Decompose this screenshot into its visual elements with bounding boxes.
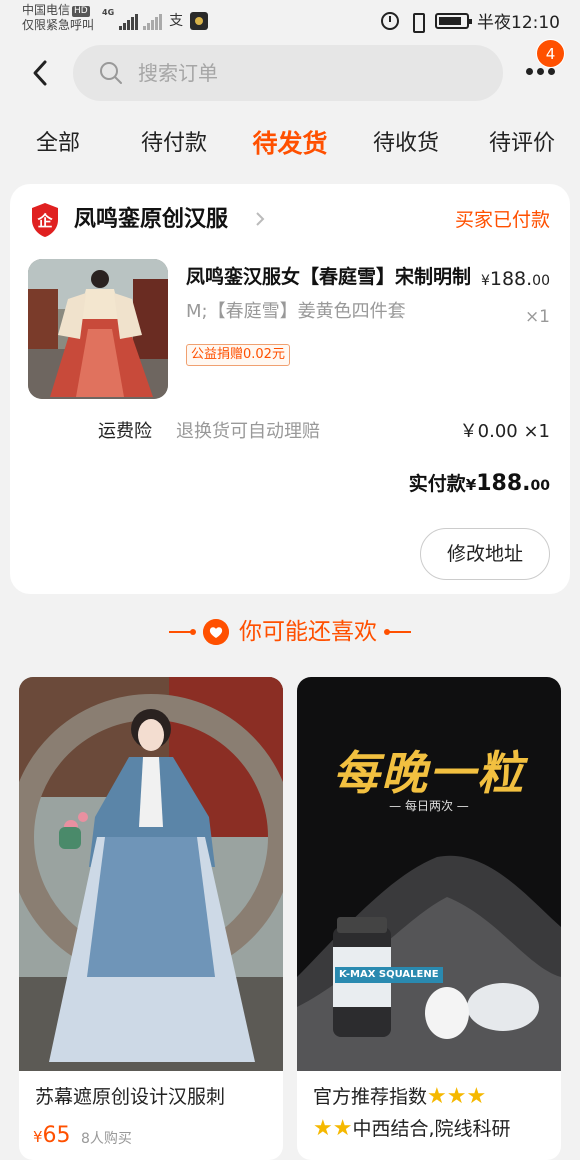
shipping-insurance-label: 运费险 xyxy=(98,421,152,442)
paid-decimal: 00 xyxy=(530,478,550,494)
tab-all[interactable]: 全部 xyxy=(3,118,113,170)
title-line-2: 中西结合,院线科研 xyxy=(352,1118,511,1140)
charity-tag: 公益捐赠0.02元 xyxy=(186,344,290,366)
message-count-badge: 4 xyxy=(536,39,565,68)
shipping-insurance-price: ￥0.00 ×1 xyxy=(459,421,550,442)
alipay-icon: 支 xyxy=(169,13,184,29)
status-bar: 中国电信 HD 仅限紧急呼叫 4G 支 半夜12:10 xyxy=(0,0,580,40)
price-currency: ¥ xyxy=(480,273,490,289)
battery-level xyxy=(439,16,462,25)
product-title[interactable]: 凤鸣銮汉服女【春庭雪】宋制明制 xyxy=(186,262,471,292)
carrier-info: 中国电信 HD 仅限紧急呼叫 xyxy=(22,3,94,33)
emergency-only-text: 仅限紧急呼叫 xyxy=(22,18,95,32)
shipping-insurance-desc: 退换货可自动理赔 xyxy=(176,421,320,442)
back-arrow-icon[interactable] xyxy=(26,58,56,88)
price-integer: 188. xyxy=(489,268,533,290)
tab-pending-receipt[interactable]: 待收货 xyxy=(351,118,461,170)
network-type: 4G xyxy=(102,8,115,17)
recommend-title-text: 官方推荐指数★★★ ★★中西结合,院线科研 xyxy=(313,1081,553,1145)
shop-shield-icon: 企 xyxy=(32,203,58,237)
paid-label: 实付款 xyxy=(408,473,466,495)
star-rating-icon: ★★★ xyxy=(427,1084,487,1109)
order-tabs: 全部 待付款 待发货 待收货 待评价 xyxy=(0,118,580,170)
recommend-card[interactable]: 每晚一粒 — 每日两次 — K-MAX SQUALENE 官方推荐指数★★★ ★… xyxy=(297,677,561,1160)
recommend-card[interactable]: 苏幕遮原创设计汉服刺 ¥65 8人购买 xyxy=(19,677,283,1160)
recommend-title-text: 苏幕遮原创设计汉服刺 xyxy=(35,1086,226,1108)
brand-label: K-MAX SQUALENE xyxy=(335,967,443,983)
shop-name[interactable]: 凤鸣銮原创汉服 xyxy=(74,204,228,236)
app-notification-icon xyxy=(190,12,209,30)
carrier-name: 中国电信 xyxy=(22,3,71,17)
price-currency: ¥ xyxy=(33,1128,43,1146)
search-input[interactable]: 搜索订单 xyxy=(73,45,503,101)
heading-line-left xyxy=(169,629,196,635)
vibrate-icon xyxy=(407,12,427,33)
heading-line-right xyxy=(384,629,411,635)
product-sku: M;【春庭雪】姜黄色四件套 xyxy=(186,301,406,322)
product-quantity: ×1 xyxy=(524,307,550,327)
product-price: ¥188.00 xyxy=(481,266,550,294)
recommend-title: 你可能还喜欢 xyxy=(239,619,377,645)
battery-icon xyxy=(435,12,472,29)
tab-pending-shipment[interactable]: 待发货 xyxy=(235,118,345,170)
search-placeholder: 搜索订单 xyxy=(138,61,218,85)
paid-integer: 188. xyxy=(476,471,531,496)
chevron-right-icon xyxy=(256,212,265,226)
title-line-1: 官方推荐指数 xyxy=(313,1086,428,1108)
poster-title: 每晚一粒 xyxy=(333,746,525,800)
price-decimal: 00 xyxy=(532,273,550,289)
clock: 半夜12:10 xyxy=(477,13,560,33)
product-thumbnail[interactable] xyxy=(28,259,168,399)
price-value: 65 xyxy=(42,1123,71,1148)
paid-amount: 实付款¥188.00 xyxy=(409,468,550,502)
signal-strength-icon xyxy=(119,14,139,30)
search-icon xyxy=(100,62,122,84)
recommend-heading: 你可能还喜欢 xyxy=(0,612,580,652)
heart-icon xyxy=(203,619,229,645)
recommend-price: ¥65 xyxy=(33,1121,71,1152)
modify-address-button[interactable]: 修改地址 xyxy=(420,528,550,580)
poster-subtitle: — 每日两次 — xyxy=(389,799,469,813)
shop-logo-char: 企 xyxy=(36,212,53,230)
order-card[interactable]: 企 凤鸣銮原创汉服 买家已付款 凤鸣銮汉服女【春庭雪】宋制明制 ¥188.00 … xyxy=(10,184,570,594)
star-rating-icon: ★★ xyxy=(313,1116,353,1141)
paid-currency: ¥ xyxy=(465,476,477,494)
tab-pending-payment[interactable]: 待付款 xyxy=(119,118,229,170)
hd-icon: HD xyxy=(72,6,90,17)
tab-pending-review[interactable]: 待评价 xyxy=(467,118,577,170)
buyer-count: 8人购买 xyxy=(81,1131,132,1147)
alarm-icon xyxy=(381,11,399,30)
signal-area: 4G 支 xyxy=(102,8,209,30)
product-image-hanfu xyxy=(19,677,283,1071)
status-right: 半夜12:10 xyxy=(381,8,560,33)
no-signal-icon xyxy=(143,14,163,30)
order-status: 买家已付款 xyxy=(454,209,550,231)
